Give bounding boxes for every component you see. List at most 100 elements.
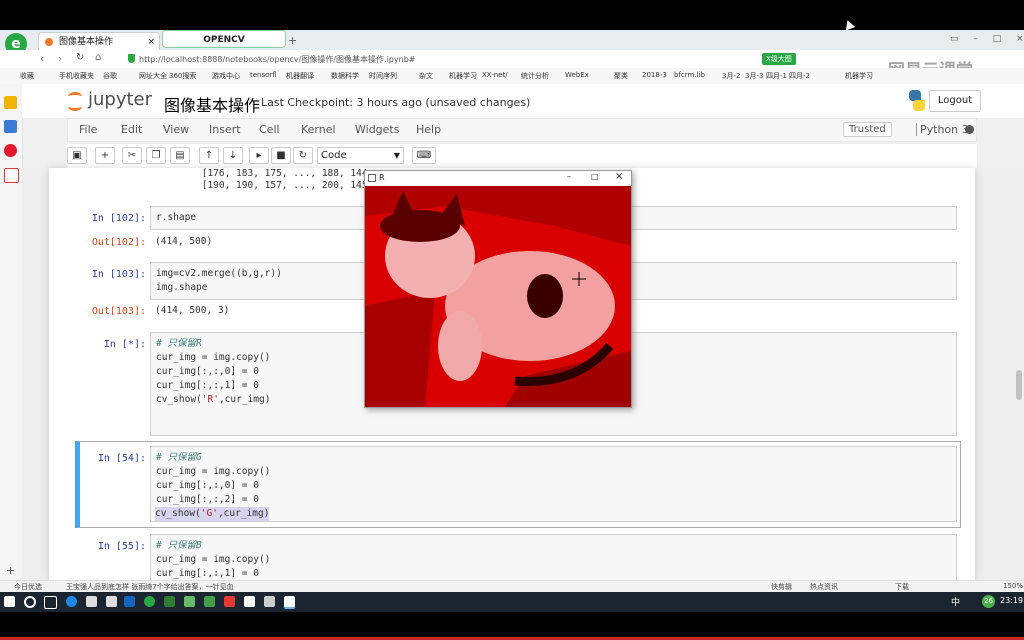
bookmark-item[interactable]: 收藏	[20, 71, 34, 81]
trusted-badge[interactable]: Trusted	[843, 122, 892, 137]
window-app-icon	[368, 174, 376, 182]
jupyter-menubar: File Edit View Insert Cell Kernel Widget…	[67, 118, 977, 142]
cut-icon[interactable]: ✂	[122, 147, 142, 164]
forward-icon[interactable]: ›	[58, 52, 62, 65]
paste-icon[interactable]: ▤	[170, 147, 190, 164]
taskbar-clock[interactable]: 23:19	[1000, 596, 1023, 605]
run-icon[interactable]: ▸	[249, 147, 269, 164]
logout-button[interactable]: Logout	[929, 90, 981, 112]
move-down-icon[interactable]: ↓	[223, 147, 243, 164]
bookmark-item[interactable]: 机器学习	[845, 71, 873, 81]
status-news[interactable]: 王宝强人品到底怎样 张雨绮7个字给出答案，一针见血	[66, 582, 234, 592]
bookmark-item[interactable]: 数据科学	[331, 71, 359, 81]
minimize-icon[interactable]: –	[973, 34, 978, 44]
bookmark-item[interactable]: 机器翻译	[286, 71, 314, 81]
close-icon[interactable]: ×	[1016, 34, 1024, 44]
bookmark-item[interactable]: 聚类	[614, 71, 628, 81]
status-right-3[interactable]: 下载	[895, 582, 909, 592]
reload-icon[interactable]: ↻	[76, 52, 84, 63]
url-input[interactable]: http://localhost:8888/notebooks/opencv/图…	[139, 54, 415, 65]
app-icon[interactable]	[224, 596, 235, 607]
jupyter-logo-icon[interactable]	[66, 90, 84, 111]
url-badge[interactable]: X级大图	[762, 53, 796, 65]
menu-edit[interactable]: Edit	[121, 123, 142, 136]
store-icon[interactable]	[86, 596, 97, 607]
bookmark-item[interactable]: 机器学习	[449, 71, 477, 81]
tab-close-icon[interactable]: ×	[147, 33, 155, 51]
code-line: cur_img[:,:,0] = 0	[156, 366, 259, 377]
status-right-1[interactable]: 快剪辑	[771, 582, 792, 592]
jupyter-logo-text[interactable]: jupyter	[88, 89, 152, 110]
weibo-icon[interactable]	[4, 144, 17, 157]
favorites-star-icon[interactable]	[4, 96, 17, 109]
insert-cell-icon[interactable]: +	[95, 147, 115, 164]
menu-cell[interactable]: Cell	[259, 123, 280, 136]
bookmark-item[interactable]: 2018-3	[642, 71, 667, 79]
code-input[interactable]: # 只保留G cur_img = img.copy() cur_img[:,:,…	[150, 446, 957, 522]
app-icon[interactable]	[124, 596, 135, 607]
save-icon[interactable]: ▣	[67, 147, 87, 164]
restore-icon[interactable]: ▭	[950, 34, 959, 44]
search-icon[interactable]	[24, 596, 36, 608]
opencv-window-titlebar[interactable]: R – □ ×	[365, 171, 631, 186]
app-icon[interactable]	[164, 596, 175, 607]
bookmark-item[interactable]: bfcrm.lib	[674, 71, 705, 79]
status-right-2[interactable]: 热点资讯	[810, 582, 838, 592]
home-icon[interactable]: ⌂	[95, 52, 101, 63]
bookmark-item[interactable]: 3月-2	[722, 71, 740, 81]
photos-icon[interactable]	[244, 596, 255, 607]
app-icon[interactable]	[204, 596, 215, 607]
bookmark-item[interactable]: 网址大全	[139, 71, 167, 81]
page-scrollbar-thumb[interactable]	[1016, 370, 1022, 400]
maximize-icon[interactable]: □	[993, 34, 1002, 44]
notepad-icon[interactable]	[284, 596, 295, 609]
sidebar-add-icon[interactable]: +	[6, 564, 15, 577]
bookmark-item[interactable]: 四月-1	[766, 71, 787, 81]
mail-icon[interactable]	[106, 596, 117, 607]
window-close-icon[interactable]: ×	[615, 171, 623, 182]
bookmark-item[interactable]: 统计分析	[521, 71, 549, 81]
new-tab-button[interactable]: +	[288, 34, 297, 47]
menu-kernel[interactable]: Kernel	[301, 123, 336, 136]
bookmark-item[interactable]: 谷歌	[103, 71, 117, 81]
bookmark-item[interactable]: tensorfl	[250, 71, 277, 79]
restart-icon[interactable]: ↻	[293, 147, 313, 164]
bookmark-item[interactable]: 杂文	[419, 71, 433, 81]
ime-indicator[interactable]: 中	[951, 595, 960, 608]
tab-opencv[interactable]: OPENCV	[162, 30, 286, 48]
bookmark-item[interactable]: WebEx	[565, 71, 589, 79]
edge-icon[interactable]	[66, 596, 77, 607]
menu-view[interactable]: View	[163, 123, 189, 136]
bookmark-item[interactable]: XX-net/	[482, 71, 508, 79]
menu-help[interactable]: Help	[416, 123, 441, 136]
bookmark-item[interactable]: 时间序列	[369, 71, 397, 81]
task-view-icon[interactable]	[44, 596, 57, 609]
status-left-1[interactable]: 今日优选	[14, 582, 42, 592]
copy-icon[interactable]: ❐	[146, 147, 166, 164]
reader-icon[interactable]	[4, 120, 17, 133]
notification-badge[interactable]: 26	[982, 595, 995, 608]
notebook-title[interactable]: 图像基本操作	[164, 92, 260, 116]
cell-type-select[interactable]: Code ▼	[317, 147, 404, 164]
back-icon[interactable]: ‹	[40, 52, 44, 65]
tab-notebook[interactable]: 图像基本操作 ×	[38, 32, 160, 50]
bookmark-item[interactable]: 游戏中心	[212, 71, 240, 81]
interrupt-icon[interactable]: ■	[271, 147, 291, 164]
zoom-level[interactable]: 150%	[1003, 582, 1023, 590]
keyboard-icon[interactable]: ⌨	[412, 147, 436, 164]
menu-file[interactable]: File	[79, 123, 97, 136]
menu-widgets[interactable]: Widgets	[355, 123, 399, 136]
window-minimize-icon[interactable]: –	[567, 172, 571, 181]
window-maximize-icon[interactable]: □	[591, 172, 599, 181]
bookmark-item[interactable]: 手机收藏夹	[59, 71, 94, 81]
target-icon[interactable]	[4, 168, 19, 183]
browser-taskbar-icon[interactable]	[144, 596, 155, 607]
move-up-icon[interactable]: ↑	[199, 147, 219, 164]
bookmark-item[interactable]: 四月-2	[789, 71, 810, 81]
app-icon[interactable]	[184, 596, 195, 607]
windows-start-icon[interactable]	[4, 596, 15, 607]
bookmark-item[interactable]: 360搜索	[169, 71, 196, 81]
bookmark-item[interactable]: 3月-3	[745, 71, 763, 81]
app-icon[interactable]	[264, 596, 275, 607]
menu-insert[interactable]: Insert	[209, 123, 241, 136]
